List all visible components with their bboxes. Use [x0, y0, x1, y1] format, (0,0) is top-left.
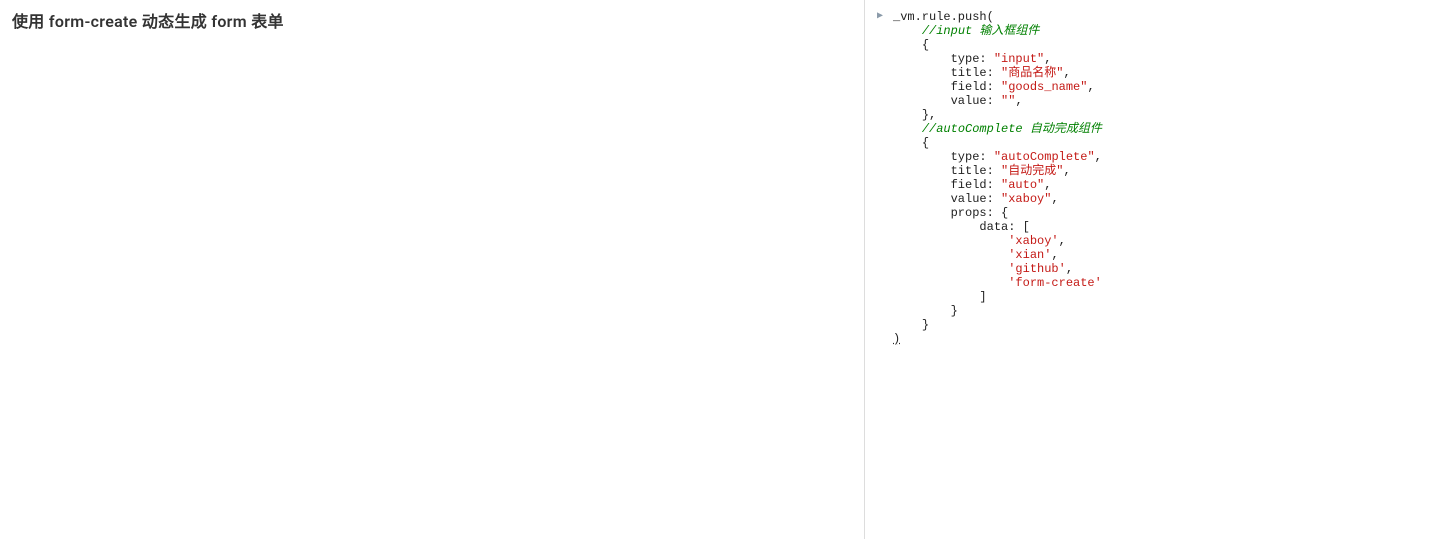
- code-line: }: [893, 318, 1438, 332]
- code-token-string: "商品名称": [1001, 66, 1063, 80]
- code-token-default: ,: [1015, 94, 1022, 108]
- code-line: 'form-create': [893, 276, 1438, 290]
- code-token-default: ,: [1063, 164, 1070, 178]
- code-token-default: ,: [1066, 262, 1073, 276]
- code-token-default: ,: [1051, 248, 1058, 262]
- code-token-string: "autoComplete": [994, 150, 1095, 164]
- code-line: value: "",: [893, 94, 1438, 108]
- code-line: field: "goods_name",: [893, 80, 1438, 94]
- code-token-string: 'github': [1008, 262, 1066, 276]
- code-token-default: props: {: [951, 206, 1009, 220]
- code-token-default: ,: [1087, 80, 1094, 94]
- code-token-string: "auto": [1001, 178, 1044, 192]
- code-line: {: [893, 38, 1438, 52]
- code-line: title: "商品名称",: [893, 66, 1438, 80]
- code-token-string: 'xian': [1008, 248, 1051, 262]
- code-token-default: ,: [1063, 66, 1070, 80]
- code-token-default: ,: [1059, 234, 1066, 248]
- code-token-default: title:: [951, 164, 1001, 178]
- code-token-default: ,: [1044, 178, 1051, 192]
- code-token-default: {: [922, 136, 929, 150]
- code-line: }: [893, 304, 1438, 318]
- code-token-default: ,: [1044, 52, 1051, 66]
- code-token-default: ,: [1051, 192, 1058, 206]
- code-line: {: [893, 136, 1438, 150]
- code-token-default: title:: [951, 66, 1001, 80]
- code-line: value: "xaboy",: [893, 192, 1438, 206]
- code-token-string: "xaboy": [1001, 192, 1051, 206]
- code-line: props: {: [893, 206, 1438, 220]
- code-token-default: }: [951, 304, 958, 318]
- code-token-string: 'form-create': [1008, 276, 1102, 290]
- code-line: _vm.rule.push(: [893, 10, 1438, 24]
- code-line: type: "input",: [893, 52, 1438, 66]
- code-line: title: "自动完成",: [893, 164, 1438, 178]
- code-line: //autoComplete 自动完成组件: [893, 122, 1438, 136]
- code-token-default: value:: [951, 192, 1001, 206]
- code-line: field: "auto",: [893, 178, 1438, 192]
- code-line: 'xian',: [893, 248, 1438, 262]
- expand-arrow-icon[interactable]: ▶: [877, 10, 883, 24]
- code-line: 'xaboy',: [893, 234, 1438, 248]
- code-line: 'github',: [893, 262, 1438, 276]
- code-token-string: 'xaboy': [1008, 234, 1058, 248]
- code-line: type: "autoComplete",: [893, 150, 1438, 164]
- code-line: ): [893, 332, 1438, 346]
- console-panel[interactable]: ▶ _vm.rule.push( //input 输入框组件 { type: "…: [864, 0, 1452, 539]
- page-title: 使用 form-create 动态生成 form 表单: [12, 8, 852, 32]
- code-token-default: ): [893, 332, 900, 346]
- code-block: _vm.rule.push( //input 输入框组件 { type: "in…: [893, 10, 1438, 346]
- code-token-default: type:: [951, 52, 994, 66]
- code-token-default: }: [922, 318, 929, 332]
- code-token-default: ]: [979, 290, 986, 304]
- code-token-comment: //autoComplete 自动完成组件: [922, 122, 1102, 136]
- code-line: data: [: [893, 220, 1438, 234]
- code-token-default: _vm.rule.push(: [893, 10, 994, 24]
- code-token-comment: //input 输入框组件: [922, 24, 1040, 38]
- code-token-default: },: [922, 108, 936, 122]
- code-token-default: field:: [951, 178, 1001, 192]
- code-token-string: "": [1001, 94, 1015, 108]
- code-line: //input 输入框组件: [893, 24, 1438, 38]
- code-token-default: ,: [1095, 150, 1102, 164]
- left-panel: 使用 form-create 动态生成 form 表单: [0, 0, 864, 539]
- code-line: },: [893, 108, 1438, 122]
- code-token-default: {: [922, 38, 929, 52]
- code-token-default: value:: [951, 94, 1001, 108]
- code-line: ]: [893, 290, 1438, 304]
- code-token-default: data: [: [979, 220, 1029, 234]
- code-token-default: field:: [951, 80, 1001, 94]
- code-token-string: "goods_name": [1001, 80, 1087, 94]
- code-token-string: "自动完成": [1001, 164, 1063, 178]
- code-token-default: type:: [951, 150, 994, 164]
- code-token-string: "input": [994, 52, 1044, 66]
